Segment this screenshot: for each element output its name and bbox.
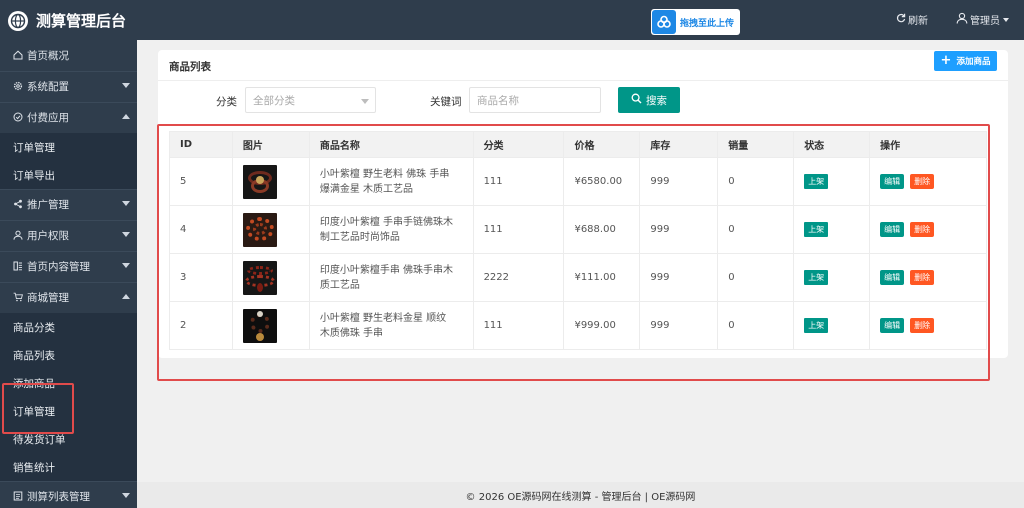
user-icon [12,229,24,241]
sidebar-item-user-permissions[interactable]: 用户权限 [0,221,137,249]
search-label: 搜索 [646,94,667,107]
chevron-down-icon [122,232,130,237]
sidebar-item-label: 用户权限 [27,229,69,242]
refresh-button[interactable]: 刷新 [896,12,928,27]
chevron-down-icon [1003,17,1009,22]
layout-icon [12,260,24,272]
sidebar-subitem-orders[interactable]: 订单管理 [0,133,137,161]
sidebar-item-label: 销售统计 [13,461,55,474]
sidebar-item-home[interactable]: 首页概况 [0,41,137,69]
divider [158,80,1008,81]
top-bar: 测算管理后台 拖拽至此上传 刷新 管理员 [0,0,1024,40]
highlight-box [157,124,990,381]
sidebar-subitem-categories[interactable]: 商品分类 [0,313,137,341]
share-icon [12,198,24,210]
category-select-value: 全部分类 [253,94,295,107]
sidebar-item-calc-list[interactable]: 测算列表管理 [0,482,137,508]
sidebar-item-label: 测算列表管理 [27,490,90,503]
add-goods-label: 添加商品 [956,57,991,67]
keyword-input[interactable]: 商品名称 [469,87,601,113]
keyword-filter-label: 关键词 [430,96,462,108]
keyword-placeholder: 商品名称 [477,94,519,107]
search-icon [631,93,642,107]
sidebar-item-system-config[interactable]: 系统配置 [0,72,137,100]
upload-label: 拖拽至此上传 [680,18,735,29]
sidebar-item-label: 系统配置 [27,80,69,93]
plus-icon: + [940,53,952,68]
admin-label: 管理员 [970,16,1000,27]
chevron-down-icon [361,99,369,104]
sidebar-item-label: 商城管理 [27,291,69,304]
chevron-down-icon [122,493,130,498]
chevron-down-icon [122,201,130,206]
sidebar-item-label: 推广管理 [27,198,69,211]
sidebar-item-promotion[interactable]: 推广管理 [0,190,137,218]
sidebar-item-label: 付费应用 [27,111,69,124]
chevron-up-icon [122,114,130,119]
sidebar-item-label: 首页概况 [27,49,69,62]
sidebar-item-paid-apps[interactable]: 付费应用 [0,103,137,131]
globe-icon [8,10,28,31]
highlight-box [2,383,74,434]
user-icon [956,12,968,27]
refresh-icon [896,13,906,26]
sidebar-item-label: 商品分类 [13,321,55,334]
search-button[interactable]: 搜索 [618,87,680,113]
cart-icon [12,291,24,303]
sidebar-subitem-sales-stats[interactable]: 销售统计 [0,453,137,481]
footer-text: © 2026 OE源码网在线测算 - 管理后台 | OE源码网 [465,491,696,503]
chevron-up-icon [122,294,130,299]
chevron-down-icon [122,83,130,88]
sidebar-subitem-goods-list[interactable]: 商品列表 [0,341,137,369]
sidebar-item-home-content[interactable]: 首页内容管理 [0,252,137,280]
upload-drop-zone[interactable]: 拖拽至此上传 [651,9,740,35]
category-filter-label: 分类 [216,96,237,108]
list-icon [12,490,24,502]
app-logo: 测算管理后台 [8,10,126,31]
footer: © 2026 OE源码网在线测算 - 管理后台 | OE源码网 [137,482,1024,508]
sidebar-item-label: 首页内容管理 [27,260,90,273]
chevron-down-icon [122,263,130,268]
sidebar-item-label: 订单导出 [13,169,55,182]
gear-icon [12,80,24,92]
sidebar-item-shop[interactable]: 商城管理 [0,283,137,311]
sidebar-subitem-order-export[interactable]: 订单导出 [0,161,137,189]
home-icon [12,49,24,61]
sidebar: 首页概况 系统配置 付费应用 订单管理 订单导出 推广管理 用户权限 首页内容管… [0,40,137,508]
refresh-label: 刷新 [908,16,928,27]
category-select[interactable]: 全部分类 [245,87,376,113]
sidebar-item-label: 订单管理 [13,141,55,154]
pay-icon [12,111,24,123]
add-goods-button[interactable]: + 添加商品 [934,51,997,71]
page-title: 商品列表 [169,61,211,73]
cloud-icon [652,10,676,34]
app-title: 测算管理后台 [36,12,127,30]
admin-menu[interactable]: 管理员 [956,12,1009,27]
sidebar-item-label: 商品列表 [13,349,55,362]
